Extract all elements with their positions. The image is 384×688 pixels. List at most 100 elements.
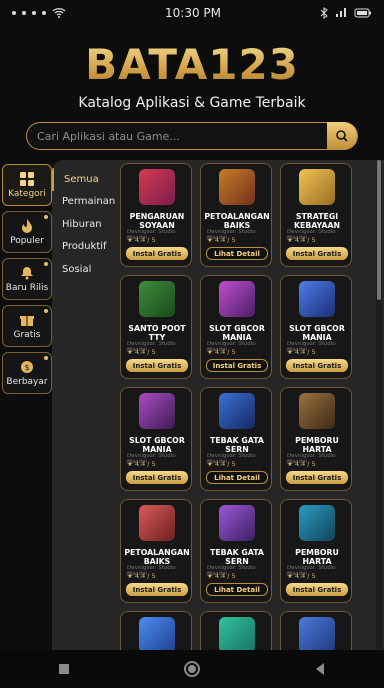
app-title: PENGARUAN SOYAAN xyxy=(129,212,185,230)
app-card[interactable] xyxy=(120,611,192,650)
app-card[interactable]: PETOALANGAN BAIKS Devnigsor: Sfudio Mandi… xyxy=(200,163,272,267)
nav-gratis[interactable]: Gratis xyxy=(2,305,52,347)
badge-dot xyxy=(44,215,48,219)
category-item[interactable]: Semua xyxy=(52,168,118,191)
brand-title: BATA123 xyxy=(0,40,384,89)
app-rating: ★ 4.4 / 5 xyxy=(287,236,316,244)
app-title: STRATEGI KEBAYAAN xyxy=(293,212,341,230)
catalog-panel: Semua Permainan Hiburan Produktif Sosial… xyxy=(52,160,384,650)
nav-label: Kategori xyxy=(8,189,46,199)
app-card[interactable]: SLOT GBCOR MANIA Devnigsor: Sfudio Mandir… xyxy=(280,275,352,379)
status-bar: 10:30 PM xyxy=(0,0,384,26)
app-thumbnail xyxy=(219,169,255,205)
app-rating: ★ 4.4 / 5 xyxy=(287,348,316,356)
app-thumbnail xyxy=(219,393,255,429)
app-rating: ★ 4.4 / 5 xyxy=(287,572,316,580)
status-left xyxy=(12,7,66,19)
install-button[interactable]: Instal Gratis xyxy=(126,471,188,484)
bluetooth-icon xyxy=(320,7,328,19)
home-circle-icon[interactable] xyxy=(183,660,201,678)
category-item[interactable]: Sosial xyxy=(52,258,118,281)
install-button[interactable]: Instal Gratis xyxy=(206,359,268,372)
time: 10:30 PM xyxy=(165,6,221,20)
app-thumbnail xyxy=(299,617,335,650)
app-card[interactable]: PETOALANGAN BAIKS Devnigsor: Sfudio Mandi… xyxy=(120,499,192,603)
install-button[interactable]: Instal Gratis xyxy=(126,583,188,596)
status-dot xyxy=(42,11,46,15)
install-button[interactable]: Instal Gratis xyxy=(286,247,348,260)
app-title: TEBAK GATA SERN xyxy=(210,436,264,454)
app-card[interactable]: SLOT GBCOR MANIA Devnigsor: Sfudio Mandir… xyxy=(200,275,272,379)
badge-dot xyxy=(44,309,48,313)
install-button[interactable]: Instal Gratis xyxy=(286,471,348,484)
app-title: SLOT GBCOR MANIA xyxy=(129,436,185,454)
nav-baru-rilis[interactable]: Baru Rilis xyxy=(2,258,52,300)
detail-button[interactable]: Lihat Detail xyxy=(206,583,268,596)
app-card[interactable]: PEMBORU HARTA Devnigsor: Sfudio Mandiri ★ … xyxy=(280,499,352,603)
install-button[interactable]: Instal Gratis xyxy=(126,247,188,260)
app-thumbnail xyxy=(299,505,335,541)
nav-label: Berbayar xyxy=(6,377,48,387)
category-item[interactable]: Produktif xyxy=(52,236,118,259)
scrollbar[interactable] xyxy=(376,160,382,650)
nav-label: Populer xyxy=(10,236,44,246)
app-grid: PENGARUAN SOYAAN Devnigsor: Sfudio Mandir… xyxy=(120,163,378,650)
back-triangle-icon[interactable] xyxy=(312,661,328,677)
app-rating: ★ 4.4 / 5 xyxy=(287,460,316,468)
app-card[interactable]: TEBAK GATA SERN Devnigsor: Sfudio Mandiri… xyxy=(200,499,272,603)
dollar-icon: $ xyxy=(21,361,33,373)
install-button[interactable]: Instal Gratis xyxy=(286,359,348,372)
search-bar xyxy=(26,122,358,150)
gift-icon xyxy=(20,316,34,326)
grid-icon xyxy=(20,172,34,186)
install-button[interactable]: Instal Gratis xyxy=(286,583,348,596)
android-nav-bar xyxy=(0,650,384,688)
app-title: SLOT GBCOR MANIA xyxy=(289,324,345,342)
nav-kategori[interactable]: Kategori xyxy=(2,164,52,206)
app-thumbnail xyxy=(139,169,175,205)
badge-dot xyxy=(44,262,48,266)
bell-icon xyxy=(21,267,33,280)
nav-berbayar[interactable]: $ Berbayar xyxy=(2,352,52,394)
app-title: TEBAK GATA SERN xyxy=(210,548,264,566)
detail-button[interactable]: Lihat Detail xyxy=(206,247,268,260)
app-card[interactable]: TEBAK GATA SERN Devnigsor: Sfudio Mandiri… xyxy=(200,387,272,491)
app-title: PETOALANGAN BAIKS xyxy=(124,548,190,566)
app-rating: ★ 4.4 / 5 xyxy=(127,236,156,244)
status-dot xyxy=(32,11,36,15)
install-button[interactable]: Instal Gratis xyxy=(126,359,188,372)
app-card[interactable]: PENGARUAN SOYAAN Devnigsor: Sfudio Mandir… xyxy=(120,163,192,267)
scroll-thumb[interactable] xyxy=(377,160,381,300)
detail-button[interactable]: Lihat Detail xyxy=(206,471,268,484)
search-button[interactable] xyxy=(327,122,357,150)
app-title: SLOT GBCOR MANIA xyxy=(209,324,265,342)
app-card[interactable]: PEMBORU HARTA Devnigsor: Sfudio Mandiri ★ … xyxy=(280,387,352,491)
search-input[interactable] xyxy=(27,123,327,149)
category-list: Semua Permainan Hiburan Produktif Sosial xyxy=(52,160,118,281)
app-title: PEMBORU HARTA xyxy=(295,548,339,566)
left-nav: Kategori Populer Baru Rilis Gratis $ Ber… xyxy=(2,164,52,399)
tagline: Katalog Aplikasi & Game Terbaik xyxy=(78,95,306,111)
app-rating: ★ 4.4 / 5 xyxy=(207,236,236,244)
badge-dot xyxy=(44,356,48,360)
app-rating: ★ 4.4 / 5 xyxy=(127,348,156,356)
square-nav-icon[interactable] xyxy=(56,661,72,677)
app-card[interactable]: SANTO POOT TTY Devnigsor: Sfudio Mandiri ★… xyxy=(120,275,192,379)
app-card[interactable] xyxy=(200,611,272,650)
app-thumbnail xyxy=(139,505,175,541)
app-card[interactable]: SLOT GBCOR MANIA Devnigsor: Sfudio Mandir… xyxy=(120,387,192,491)
category-item[interactable]: Permainan xyxy=(52,191,118,214)
svg-text:$: $ xyxy=(24,363,29,372)
app-card[interactable]: STRATEGI KEBAYAAN Devnigsor: Sfudio Mandi… xyxy=(280,163,352,267)
app-rating: ★ 4.4 / 5 xyxy=(207,460,236,468)
app-thumbnail xyxy=(219,617,255,650)
flame-icon xyxy=(22,219,32,233)
status-dot xyxy=(12,11,16,15)
app-title: PEMBORU HARTA xyxy=(295,436,339,454)
category-item[interactable]: Hiburan xyxy=(52,213,118,236)
app-card[interactable] xyxy=(280,611,352,650)
battery-icon xyxy=(354,8,371,18)
app-title: SANTO POOT TTY xyxy=(128,324,186,342)
nav-populer[interactable]: Populer xyxy=(2,211,52,253)
app-thumbnail xyxy=(139,393,175,429)
